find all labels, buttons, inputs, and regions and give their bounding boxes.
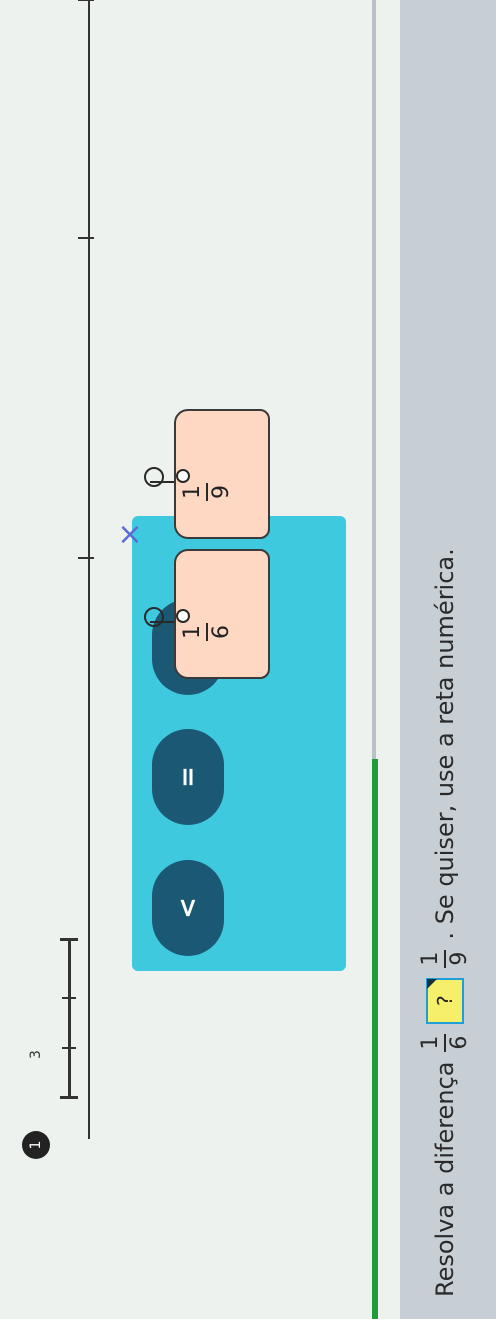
- close-icon[interactable]: ×: [116, 517, 144, 552]
- right-numerator: 1: [417, 951, 443, 966]
- mini-ruler-label: 3: [28, 1050, 44, 1059]
- tag-denominator: 9: [209, 485, 234, 499]
- number-line-tick: [78, 237, 94, 239]
- answer-placeholder: ?: [433, 995, 457, 1006]
- mini-ruler-tick: [62, 997, 76, 999]
- tag-hole: [176, 609, 190, 623]
- instruction-fraction-right: 1 9: [417, 949, 472, 968]
- mini-ruler-tick: [62, 1047, 76, 1049]
- tag-numerator: 1: [180, 485, 205, 499]
- progress-stripe: [372, 759, 378, 1319]
- tag-numerator: 1: [180, 625, 205, 639]
- instruction-fraction-left: 1 6: [417, 1033, 472, 1052]
- left-numerator: 1: [417, 1035, 443, 1050]
- tag-denominator: 6: [209, 625, 234, 639]
- choice-less-than-label: <: [173, 897, 203, 919]
- answer-dropdown[interactable]: ?: [426, 977, 464, 1024]
- choice-equal-button[interactable]: =: [152, 729, 224, 825]
- dropdown-caret-icon: [427, 978, 437, 989]
- right-denominator: 9: [446, 951, 472, 966]
- tag-fraction: 1 9: [180, 483, 234, 501]
- tag-fraction: 1 6: [180, 623, 234, 641]
- mini-ruler-tick: [60, 1096, 78, 1099]
- instruction-suffix: . Se quiser, use a reta numérica.: [431, 548, 459, 940]
- step-badge: 1: [22, 1131, 50, 1159]
- instruction: Resolva a diferença 1 6 ? 1 9 . Se quise…: [410, 97, 480, 1297]
- choice-less-than-button[interactable]: <: [152, 860, 224, 956]
- number-line-tick: [78, 557, 94, 559]
- choice-equal-label: =: [173, 766, 203, 788]
- divider: [372, 0, 376, 759]
- screenshot-stage: 1 3 < = > × 1 6: [0, 0, 496, 1319]
- mini-ruler: [30, 909, 100, 1119]
- instruction-prefix: Resolva a diferença: [431, 1061, 459, 1297]
- mini-ruler-line: [68, 939, 71, 1099]
- fraction-tag[interactable]: 1 9: [144, 409, 276, 539]
- tag-hole: [176, 469, 190, 483]
- left-denominator: 6: [446, 1035, 472, 1050]
- fraction-tag[interactable]: 1 6: [144, 549, 276, 679]
- mini-ruler-tick: [60, 938, 78, 941]
- app-canvas: 1 3 < = > × 1 6: [0, 0, 496, 1319]
- number-line-end: [78, 0, 94, 1]
